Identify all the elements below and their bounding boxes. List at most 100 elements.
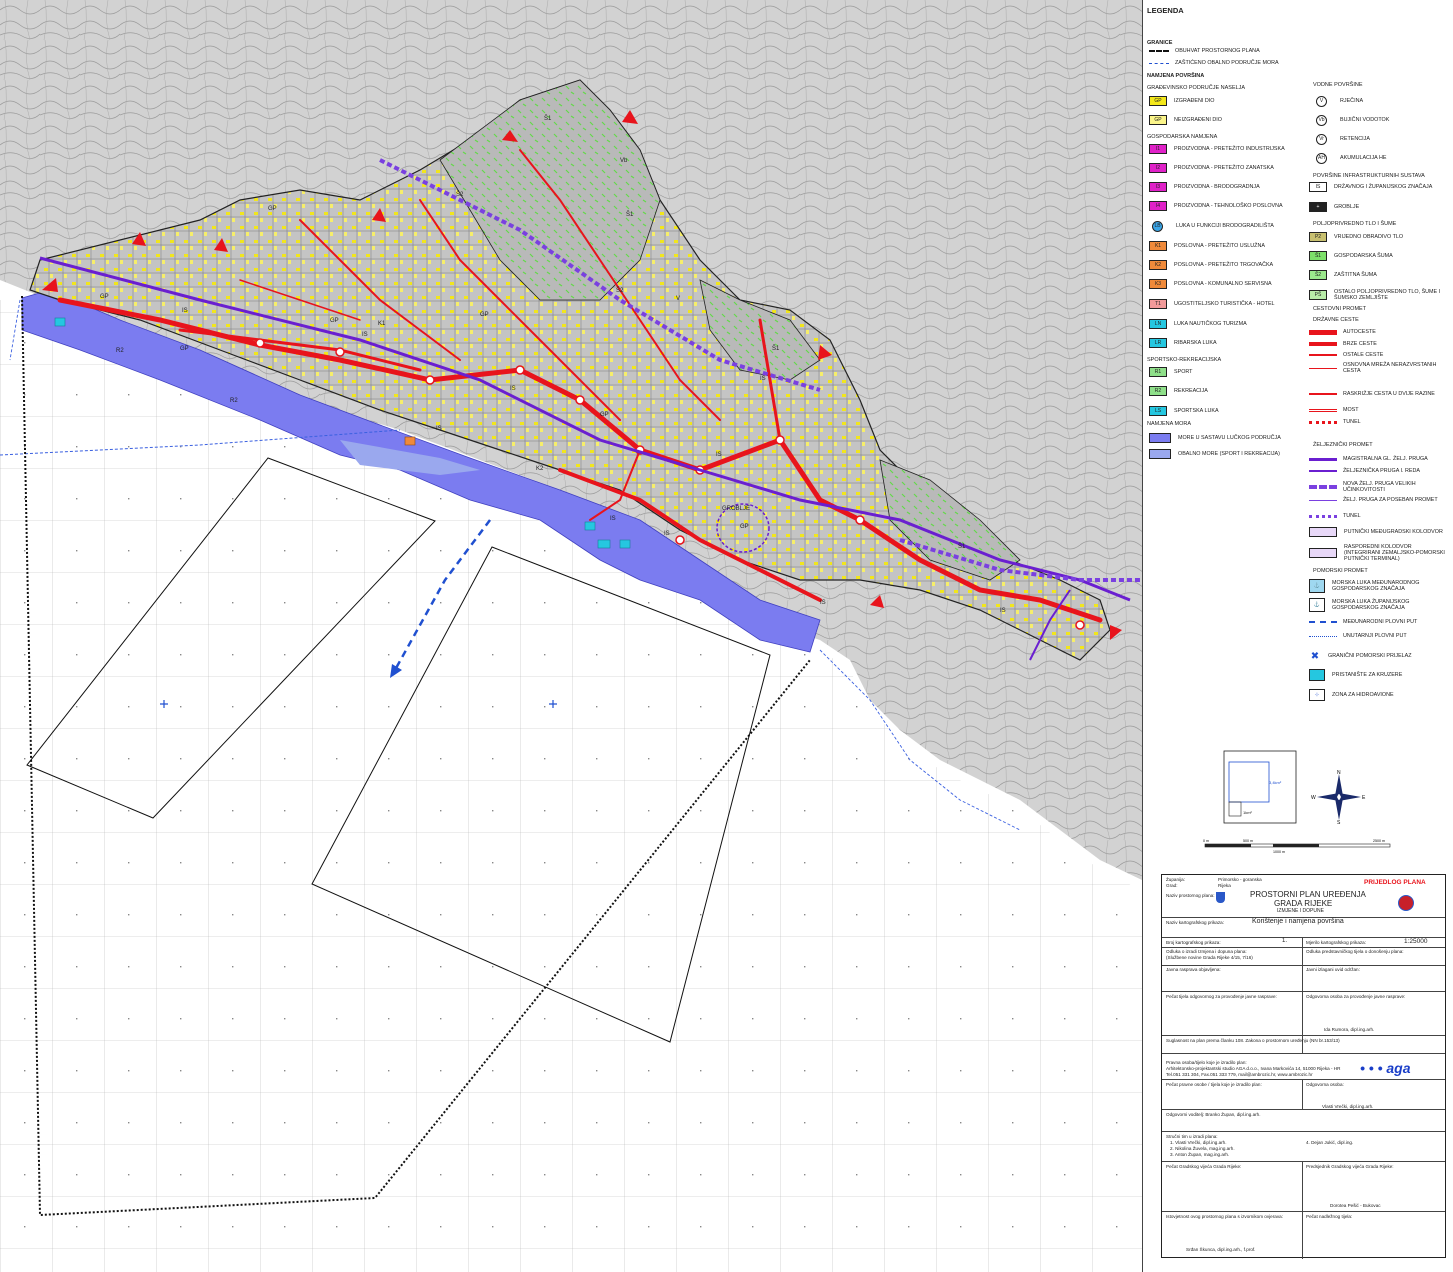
legend-item: LN LUKA NAUTIČKOG TURIZMA <box>1149 318 1247 330</box>
map-label: Š1 <box>772 345 780 352</box>
legend-section-heading: POLJOPRIVREDNO TLO I ŠUME <box>1313 221 1397 227</box>
izradjivac-value: Arhitektonsko-projektantski studio AGA d… <box>1166 1066 1341 1071</box>
donosenju-label: Odluka predstavničkog tijela o donošenju… <box>1306 949 1404 954</box>
svg-text:1km²: 1km² <box>1243 810 1253 815</box>
map-label: GP <box>600 412 609 418</box>
legend-item: Š2 ZAŠTITNA ŠUMA <box>1309 269 1377 281</box>
map-label: Vb <box>620 158 628 164</box>
svg-text:3,4km²: 3,4km² <box>1269 780 1282 785</box>
mjerilo-label: Mjerilo kartografskog prikaza: <box>1306 940 1366 945</box>
legend-item: MORE U SASTAVU LUČKOG PODRUČJA <box>1149 432 1281 444</box>
map-label: IS <box>610 516 616 522</box>
grad-label: Grad: <box>1166 883 1178 888</box>
legend-item: OBALNO MORE (SPORT I REKREACIJA) <box>1149 448 1280 460</box>
strucni-tim-member: 2. Nikolina Žuvela, mag.ing.arh. <box>1170 1146 1235 1151</box>
map-label: IS <box>1000 608 1006 614</box>
svg-text:0 m: 0 m <box>1203 839 1209 843</box>
legend-item: ✖ GRANIČNI POMORSKI PRIJELAZ <box>1310 650 1412 662</box>
strucni-tim-member: 1. Vlasti Vrečki, dipl.ing.arh. <box>1170 1140 1227 1145</box>
legend-item: MEĐUNARODNI PLOVNI PUT <box>1309 616 1417 628</box>
legend-item: PRISTANIŠTE ZA KRUZERE <box>1309 669 1402 681</box>
legend-item: OSTALE CESTE <box>1309 349 1383 361</box>
legend-item: AUTOCESTE <box>1309 326 1376 338</box>
legend-section-heading: VODNE POVRŠINE <box>1313 82 1363 88</box>
legend-section-heading: NAMJENA POVRŠINA <box>1147 73 1205 79</box>
map-label: IS <box>760 376 766 382</box>
city-emblem-icon <box>1398 895 1414 911</box>
izradjivac-label: Pravna osoba/tijelo koje je izradilo pla… <box>1166 1060 1247 1065</box>
pecat-tijela: Pečat nadležnog tijela: <box>1306 1214 1353 1219</box>
map-label: K1 <box>378 321 386 327</box>
istovjetnost-ime: Srđan Škunca, dipl.ing.arh., f.prof. <box>1186 1247 1256 1252</box>
istovjetnost: Istovjetnost ovog prostornog plana s izv… <box>1166 1214 1283 1219</box>
legend-item: + GROBLJE <box>1309 201 1359 213</box>
legend-item: IS DRŽAVNOG I ŽUPANIJSKOG ZNAČAJA <box>1309 181 1432 193</box>
map-label: Š2 <box>456 191 464 198</box>
legend-item: RASKRIŽJE CESTA U DVIJE RAZINE <box>1309 388 1435 400</box>
legend-item: TUNEL <box>1309 416 1361 428</box>
legend-item: ⚓ MORSKA LUKA ŽUPANIJSKOG GOSPODARSKOG ZN… <box>1309 597 1449 613</box>
compass-icon: N S E W <box>1311 770 1366 824</box>
pecat-vijece: Pečat Gradskog vijeća Grada Rijeke: <box>1166 1164 1242 1169</box>
map-label: Š1 <box>958 543 966 550</box>
coat-of-arms-icon <box>1216 892 1225 903</box>
legend-subheading: ŽELJEZNIČKI PROMET <box>1313 442 1373 448</box>
prijedlog-plana: PRIJEDLOG PLANA <box>1364 879 1426 886</box>
legend-item: I4 PROIZVODNA - TEHNOLOŠKO POSLOVNA <box>1149 200 1283 212</box>
land-use-map: GP GP GP GP GP GP GP IS IS IS IS IS IS I… <box>0 0 1142 1272</box>
grad-value: Rijeka <box>1218 883 1231 888</box>
javna-rasprava: Javna rasprava objavljena: <box>1166 967 1221 972</box>
legend-item: ⚓ MORSKA LUKA MEĐUNARODNOG GOSPODARSKOG Z… <box>1309 578 1449 594</box>
map-label: IS <box>510 386 516 392</box>
legend-item: OBUHVAT PROSTORNOG PLANA <box>1149 45 1260 57</box>
legend-item: LB LUKA U FUNKCIJI BRODOGRADILIŠTA <box>1149 220 1274 232</box>
map-label: IS <box>820 600 826 606</box>
izradjivac-contact: Tel.051 331 304, Fax.051 333 779, mail@a… <box>1166 1072 1313 1077</box>
mjerilo-value: 1:25000 <box>1404 938 1428 945</box>
legend-item: TUNEL <box>1309 510 1361 522</box>
legend-subheading: DRŽAVNE CESTE <box>1313 317 1359 323</box>
plan-title-1: PROSTORNI PLAN UREĐENJA <box>1250 890 1366 899</box>
map-label: Š1 <box>544 115 552 122</box>
map-label: K2 <box>536 466 544 472</box>
legend-item: ŽELJ. PRUGA ZA POSEBAN PROMET <box>1309 494 1438 506</box>
scale-bar: 0 m 500 m 1000 m 2500 m <box>1203 839 1391 854</box>
predsjednik-ime: Dorotea Pešić - Bukovac <box>1330 1203 1381 1208</box>
map-label: IS <box>436 426 442 432</box>
svg-text:N: N <box>1337 770 1341 776</box>
plan-subtitle: IZMJENE I DOPUNE <box>1277 908 1324 914</box>
legend-item: K2 POSLOVNA - PRETEŽITO TRGOVAČKA <box>1149 259 1273 271</box>
odgovorna-osoba: Odgovorna osoba za provođenje javne rasp… <box>1306 994 1406 999</box>
legend-item: LS SPORTSKA LUKA <box>1149 405 1219 417</box>
legend-item: P2 VRIJEDNO OBRADIVO TLO <box>1309 231 1403 243</box>
legend-item: I2 PROIZVODNA - PRETEŽITO ZANATSKA <box>1149 162 1274 174</box>
map-label: GROBLJE <box>722 506 750 512</box>
legend-subheading: GRAĐEVINSKO PODRUČJE NASELJA <box>1147 85 1246 91</box>
legend-item: AH AKUMULACIJA HE <box>1313 152 1386 164</box>
legend-item: PUTNIČKI MEĐUGRADSKI KOLODVOR <box>1309 526 1443 538</box>
map-label: IS <box>716 452 722 458</box>
legend-item: PŠ OSTALO POLJOPRIVREDNO TLO, ŠUME I ŠUMS… <box>1309 288 1449 302</box>
legend-item: R2 REKREACIJA <box>1149 385 1208 397</box>
legend-subheading: GOSPODARSKA NAMJENA <box>1147 134 1218 140</box>
map-label: GP <box>100 294 109 300</box>
map-label: Š2 <box>616 287 624 294</box>
map-label: IS <box>182 308 188 314</box>
map-label: GP <box>268 206 277 212</box>
map-label: GP <box>480 312 489 318</box>
legend-title: LEGENDA <box>1147 6 1184 15</box>
legend-item: NOVA ŽELJ. PRUGA VELIKIH UČINKOVITOSTI <box>1309 480 1449 494</box>
legend-item: LR RIBARSKA LUKA <box>1149 337 1217 349</box>
legend-panel: LEGENDA GRANICE OBUHVAT PROSTORNOG PLANA… <box>1142 0 1453 1272</box>
legend-item: UNUTARNJI PLOVNI PUT <box>1309 630 1407 642</box>
pecat-jedinica: Pečat tijela odgovornog za provođenje ja… <box>1166 994 1277 999</box>
legend-item: GP NEIZGRAĐENI DIO <box>1149 114 1222 126</box>
legend-item: K3 POSLOVNA - KOMUNALNO SERVISNA <box>1149 278 1272 290</box>
legend-item: ŽELJEZNIČKA PRUGA I. REDA <box>1309 465 1420 477</box>
legend-item: ZAŠTIĆENO OBALNO PODRUČJE MORA <box>1149 57 1279 69</box>
legend-item: MAGISTRALNA GL. ŽELJ. PRUGA <box>1309 453 1428 465</box>
map-label: Š1 <box>626 211 634 218</box>
map-label: IS <box>362 332 368 338</box>
legend-item: Vr RETENCIJA <box>1313 133 1370 145</box>
legend-subheading: SPORTSKO-REKREACIJSKA <box>1147 357 1222 363</box>
